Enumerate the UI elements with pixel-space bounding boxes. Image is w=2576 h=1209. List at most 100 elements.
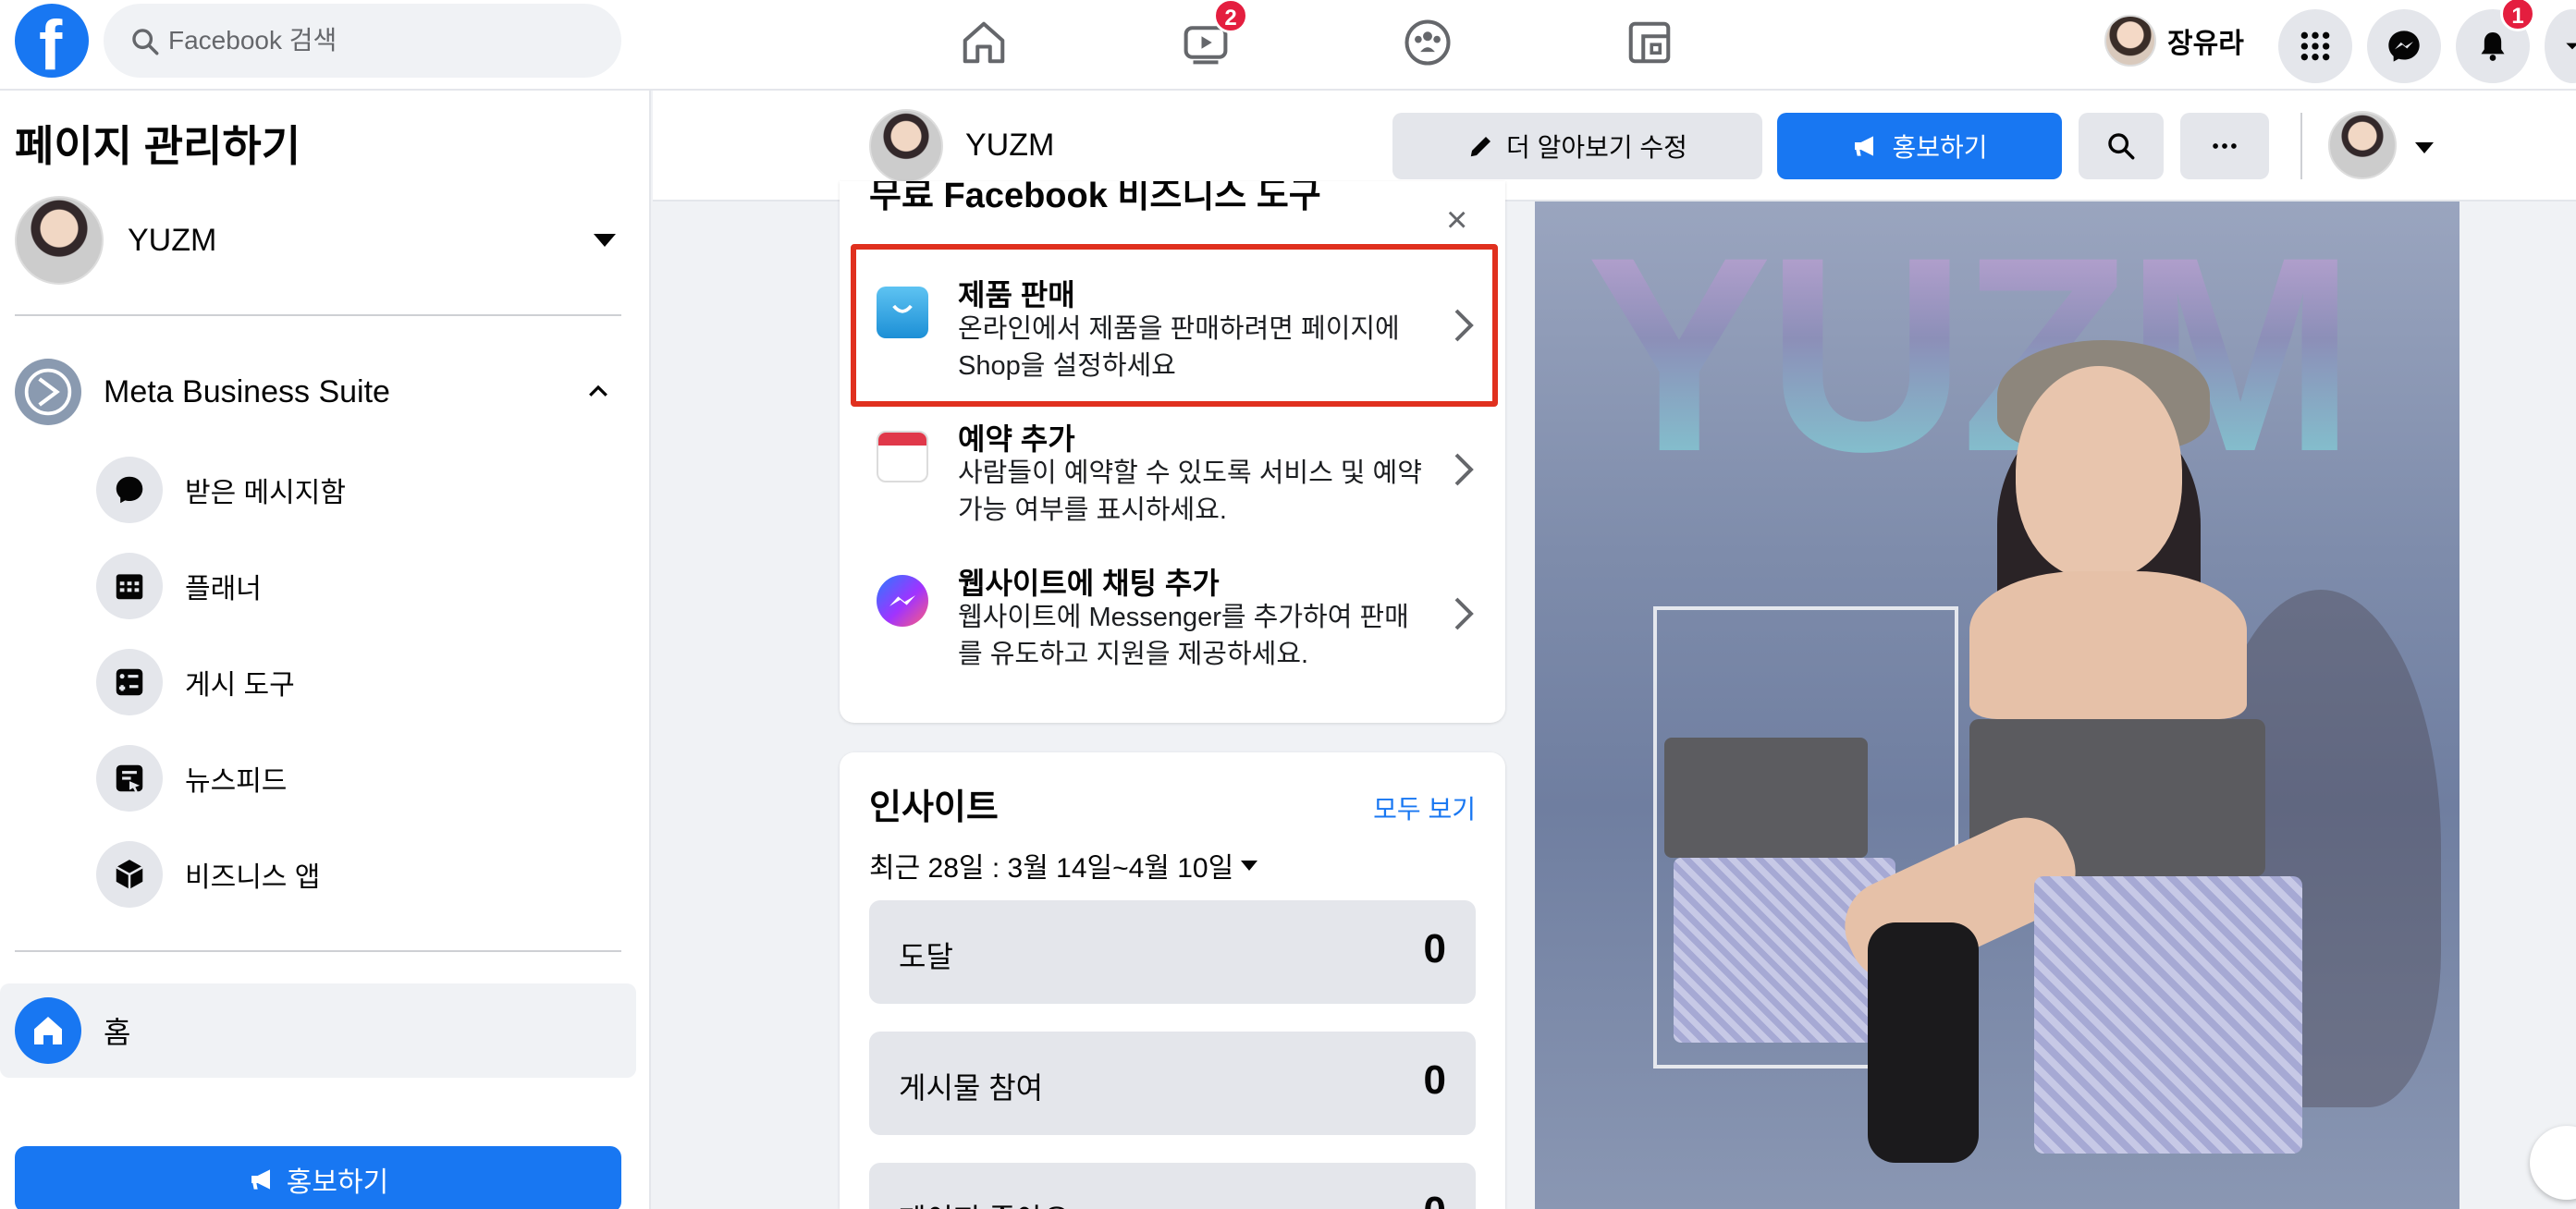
metric-reach[interactable]: 도달 0 (869, 900, 1476, 1004)
avatar (2104, 15, 2156, 67)
highlight-annotation-box (851, 244, 1498, 407)
sidebar-item-label: 비즈니스 앱 (185, 862, 321, 893)
publishing-tools-icon (96, 649, 163, 715)
home-nav-tab[interactable] (947, 9, 1021, 76)
promote-button[interactable]: 홍보하기 (1777, 113, 2062, 179)
profile-name: 장유라 (2167, 29, 2244, 59)
metric-value: 0 (1424, 1189, 1446, 1209)
chevron-down-icon (2566, 43, 2576, 50)
watch-badge: 2 (1213, 0, 1248, 33)
facebook-logo-letter: f (39, 6, 63, 85)
new-message-button[interactable] (2530, 1126, 2576, 1200)
header-divider (2300, 113, 2302, 179)
figure-boot (1868, 922, 1979, 1163)
tools-card-title: 무료 Facebook 비즈니스 도구 (869, 181, 1321, 215)
meta-business-suite-label: Meta Business Suite (104, 373, 390, 409)
news-feed-icon (96, 745, 163, 812)
sidebar-divider (15, 950, 621, 952)
chat-bubble-icon (96, 457, 163, 523)
cube-icon (96, 841, 163, 908)
search-icon (132, 29, 159, 55)
menu-button[interactable] (2278, 9, 2352, 83)
metric-value: 0 (1423, 926, 1446, 971)
sidebar-item-news-feed[interactable]: 뉴스피드 (96, 743, 614, 813)
messenger-icon (2388, 31, 2420, 62)
groups-icon (1405, 19, 1451, 66)
metric-post-engagement[interactable]: 게시물 참여 0 (869, 1032, 1476, 1135)
sidebar-item-label: 게시 도구 (185, 670, 295, 701)
metric-label: 도달 (899, 940, 953, 973)
promote-label: 홍보하기 (1892, 133, 1988, 162)
top-navigation-bar: f 2 장유라 1 (0, 0, 2576, 91)
page-search-button[interactable] (2079, 113, 2164, 179)
house-icon (963, 21, 1005, 64)
inset-figure-top (1664, 738, 1868, 858)
more-options-button[interactable] (2180, 113, 2269, 179)
facebook-logo[interactable]: f (15, 4, 89, 85)
sidebar-item-inbox[interactable]: 받은 메시지함 (96, 455, 614, 525)
profile-chip[interactable]: 장유라 (2104, 13, 2244, 68)
watch-nav-tab[interactable]: 2 (1169, 0, 1248, 76)
meta-business-suite-icon (15, 359, 81, 425)
notifications-button[interactable]: 1 (2456, 0, 2535, 83)
cover-photo[interactable]: YUZM (1535, 202, 2459, 1209)
sidebar-item-home[interactable]: 홈 (0, 983, 636, 1078)
page-name[interactable]: YUZM (965, 128, 1054, 164)
meta-business-suite-toggle[interactable]: Meta Business Suite (15, 355, 625, 429)
home-icon (15, 997, 81, 1064)
tool-item-add-booking[interactable]: 예약 추가 사람들이 예약할 수 있도록 서비스 및 예약 가능 여부를 표시하… (840, 403, 1505, 542)
tool-title: 웹사이트에 채팅 추가 (958, 567, 1220, 600)
sidebar-title: 페이지 관리하기 (15, 122, 301, 170)
notification-badge: 1 (2500, 0, 2535, 31)
figure-face (2016, 366, 2182, 579)
metric-label: 게시물 참여 (899, 1071, 1044, 1105)
megaphone-icon (1855, 136, 1874, 156)
see-all-link[interactable]: 모두 보기 (1373, 789, 1476, 826)
metric-value: 0 (1423, 1057, 1446, 1103)
sidebar-item-label: 홈 (104, 1016, 131, 1049)
manage-page-sidebar: 페이지 관리하기 YUZM Meta Business Suite 받은 메시지… (0, 91, 651, 1209)
tool-item-website-chat[interactable]: 웹사이트에 채팅 추가 웹사이트에 Messenger를 추가하여 판매를 유도… (840, 547, 1505, 686)
edit-label: 더 알아보기 수정 (1506, 133, 1687, 162)
sidebar-item-planner[interactable]: 플래너 (96, 551, 614, 621)
insights-card: 인사이트 모두 보기 최근 28일 : 3월 14일~4월 10일 도달 0 게… (840, 752, 1505, 1209)
date-range-selector[interactable]: 최근 28일 : 3월 14일~4월 10일 (869, 845, 1258, 885)
search-icon (2108, 133, 2135, 160)
chevron-right-icon (1454, 453, 1474, 486)
sidebar-promote-button[interactable]: 홍보하기 (15, 1146, 621, 1209)
caret-down-icon[interactable] (2415, 142, 2434, 153)
page-name: YUZM (128, 222, 217, 258)
account-menu-button[interactable] (2545, 9, 2576, 83)
messenger-icon (877, 575, 928, 627)
metric-page-likes[interactable]: 페이지 좋아요 0 (869, 1163, 1476, 1209)
insights-title: 인사이트 (869, 788, 999, 827)
sidebar-item-publishing-tools[interactable]: 게시 도구 (96, 647, 614, 717)
sidebar-item-label: 뉴스피드 (185, 766, 288, 797)
groups-nav-tab[interactable] (1391, 9, 1465, 76)
cover-brand-text: YUZM (1587, 202, 2356, 509)
gaming-nav-tab[interactable] (1613, 9, 1687, 76)
figure-shoulders (1969, 571, 2247, 719)
calendar-icon (877, 431, 928, 482)
caret-down-icon (1241, 860, 1258, 871)
sidebar-item-business-apps[interactable]: 비즈니스 앱 (96, 839, 614, 910)
page-switcher[interactable]: YUZM (15, 196, 625, 285)
metric-label: 페이지 좋아요 (899, 1196, 1071, 1209)
ellipsis-icon (2213, 143, 2237, 149)
promote-label: 홍보하기 (286, 1167, 389, 1198)
figure-skirt (2034, 876, 2302, 1154)
page-avatar[interactable] (869, 109, 943, 183)
sidebar-divider (15, 314, 621, 316)
facebook-search[interactable] (104, 4, 621, 78)
search-input[interactable] (168, 4, 603, 78)
messenger-button[interactable] (2367, 9, 2441, 83)
chevron-up-icon (589, 385, 607, 397)
close-icon[interactable]: × (1446, 202, 1467, 238)
sidebar-item-label: 받은 메시지함 (185, 478, 346, 508)
edit-learn-more-button[interactable]: 더 알아보기 수정 (1392, 113, 1762, 179)
acting-as-avatar[interactable] (2328, 111, 2397, 179)
tool-description: 사람들이 예약할 수 있도록 서비스 및 예약 가능 여부를 표시하세요. (958, 458, 1422, 525)
pencil-icon (1470, 137, 1491, 157)
tool-description: 웹사이트에 Messenger를 추가하여 판매를 유도하고 지원을 제공하세요… (958, 603, 1409, 669)
grid-menu-icon (2300, 31, 2330, 61)
